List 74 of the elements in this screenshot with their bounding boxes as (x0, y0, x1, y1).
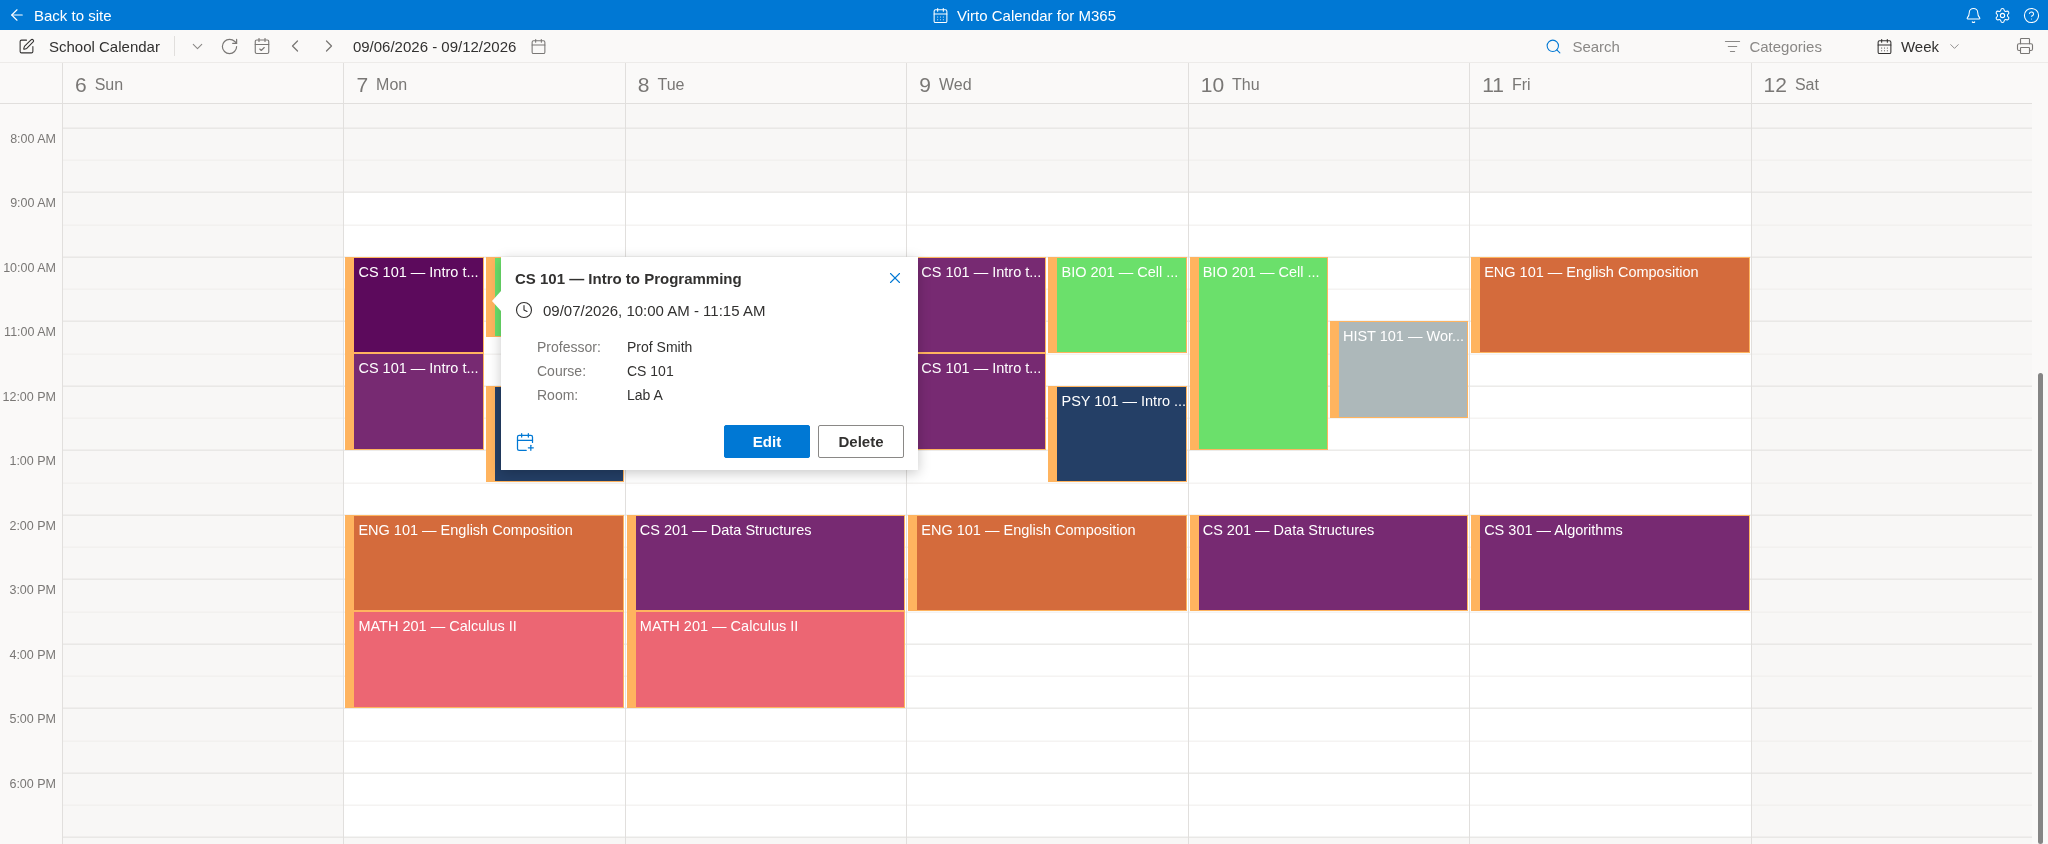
day-number: 8 (637, 73, 650, 97)
day-header[interactable]: 8 Tue (624, 63, 907, 103)
time-label: 2:00 PM (9, 518, 56, 533)
add-to-calendar-icon[interactable] (515, 431, 535, 452)
day-number: 10 (1200, 73, 1225, 97)
calendar-event[interactable]: CS 201 — Data Structures (1189, 514, 1469, 612)
day-name: Sun (94, 76, 124, 94)
time-label: 1:00 PM (9, 454, 56, 469)
time-label: 4:00 PM (9, 647, 56, 662)
app-title: Virto Calendar for M365 (957, 6, 1116, 24)
calendar-event[interactable]: MATH 201 — Calculus II (345, 611, 624, 709)
date-range[interactable]: 09/06/2026 - 09/12/2026 (352, 37, 517, 55)
calendar-event[interactable]: PSY 101 — Intro ... (1048, 385, 1187, 483)
search-icon (1545, 37, 1563, 55)
calendar-check-icon[interactable] (252, 37, 271, 55)
calendar-event[interactable]: ENG 101 — English Composition (1471, 256, 1750, 354)
day-header[interactable]: 12 Sat (1750, 63, 2032, 103)
time-label: 3:00 PM (9, 583, 56, 598)
day-number: 11 (1482, 73, 1504, 97)
field-label: Course: (537, 363, 588, 379)
delete-button[interactable]: Delete (818, 425, 904, 458)
edit-icon[interactable] (18, 37, 35, 55)
day-header[interactable]: 6 Sun (62, 63, 344, 103)
refresh-icon[interactable] (219, 36, 239, 56)
time-label: 9:00 AM (10, 196, 56, 211)
day-header[interactable]: 7 Mon (343, 63, 625, 103)
calendar-event[interactable]: ENG 101 — English Composition (908, 514, 1187, 612)
calendar-icon (1875, 37, 1893, 55)
calendar-event[interactable]: ENG 101 — English Composition (345, 514, 624, 612)
calendar-name: School Calendar (49, 37, 160, 55)
calendar-event[interactable]: CS 101 — Intro t... (345, 353, 484, 451)
day-header[interactable]: 9 Wed (906, 63, 1188, 103)
edit-button[interactable]: Edit (724, 425, 810, 458)
help-icon[interactable] (2023, 6, 2040, 24)
field-value: Lab A (627, 387, 664, 403)
search-field[interactable]: Search (1570, 36, 1651, 56)
day-name: Wed (938, 76, 972, 94)
event-title: CS 101 — Intro to Programming (515, 269, 742, 287)
field-value: Prof Smith (627, 339, 694, 355)
time-label: 8:00 AM (10, 131, 56, 146)
day-name: Mon (376, 76, 408, 94)
day-name: Sat (1794, 76, 1819, 94)
calendar-event[interactable]: CS 201 — Data Structures (626, 514, 906, 612)
time-label: 5:00 PM (9, 712, 56, 727)
time-label: 12:00 PM (2, 389, 56, 404)
calendar-event[interactable]: CS 301 — Algorithms (1471, 514, 1750, 612)
calendar-event[interactable]: CS 101 — Intro t... (345, 256, 484, 354)
calendar-icon[interactable] (530, 37, 548, 55)
time-label: 6:00 PM (9, 776, 56, 791)
field-label: Professor: (537, 339, 602, 355)
time-label: 11:00 AM (4, 325, 56, 340)
event-time: 09/07/2026, 10:00 AM - 11:15 AM (543, 301, 766, 319)
clock-icon (515, 301, 533, 319)
day-name: Fri (1511, 76, 1531, 94)
day-number: 6 (75, 73, 87, 97)
bell-icon[interactable] (1965, 6, 1982, 24)
day-header[interactable]: 10 Thu (1187, 63, 1470, 103)
day-number: 12 (1763, 73, 1787, 97)
scrollbar-thumb[interactable] (2038, 373, 2043, 844)
categories-button[interactable]: Categories (1724, 37, 1822, 55)
day-name: Tue (657, 76, 685, 94)
day-number: 7 (356, 73, 369, 97)
print-icon[interactable] (2016, 37, 2034, 55)
settings-icon[interactable] (1994, 6, 2011, 24)
day-number: 9 (919, 73, 931, 97)
time-label: 10:00 AM (3, 260, 56, 275)
day-name: Thu (1232, 76, 1260, 94)
back-link[interactable]: Back to site (34, 6, 112, 24)
field-label: Room: (537, 387, 580, 403)
calendar-icon (932, 6, 949, 24)
field-value: CS 101 (627, 363, 675, 379)
view-dropdown[interactable]: Week (1875, 37, 1962, 55)
calendar-event[interactable]: MATH 201 — Calculus II (626, 611, 906, 709)
day-header[interactable]: 11 Fri (1469, 63, 1751, 103)
